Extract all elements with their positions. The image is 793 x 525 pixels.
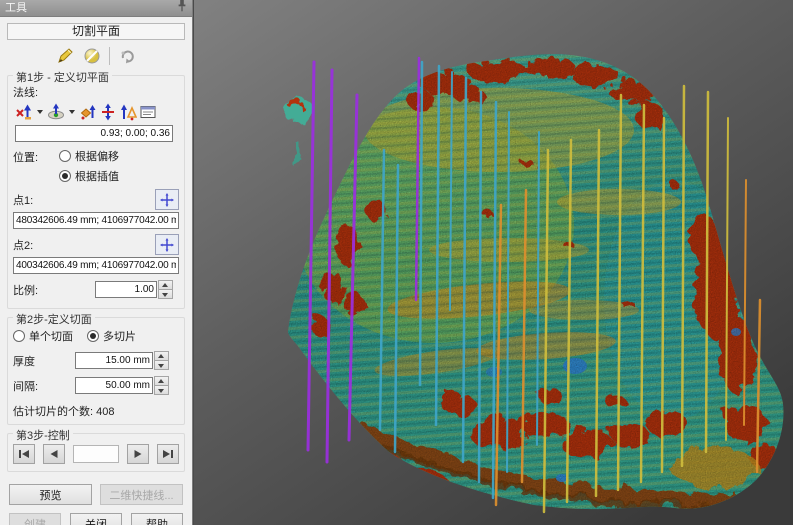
viewport-3d[interactable] xyxy=(194,0,793,525)
step1-title: 第1步 - 定义切平面 xyxy=(13,69,112,85)
step3-title: 第3步-控制 xyxy=(13,427,73,443)
radio-single-section-label: 单个切面 xyxy=(29,328,73,344)
align-normal-icon[interactable] xyxy=(119,103,137,121)
slice-count-estimate: 估计切片的个数: 408 xyxy=(13,403,179,419)
step1-group: 第1步 - 定义切平面 法线: xyxy=(7,75,185,309)
point1-pick-button[interactable] xyxy=(155,189,179,210)
thickness-input[interactable] xyxy=(75,352,153,369)
axis-normal-icon[interactable] xyxy=(15,103,33,121)
point2-label: 点2: xyxy=(13,237,33,253)
last-slice-button[interactable] xyxy=(157,444,179,464)
radio-by-interpolation-label: 根据插值 xyxy=(75,168,119,184)
ratio-label: 比例: xyxy=(13,282,83,298)
point2-input[interactable] xyxy=(13,257,179,274)
thickness-spin-down-icon[interactable] xyxy=(154,360,169,370)
radio-by-offset[interactable]: 根据偏移 xyxy=(59,148,119,164)
plane-normal-icon[interactable] xyxy=(47,103,65,121)
normal-label: 法线: xyxy=(13,84,179,100)
radio-multi-slice-circle[interactable] xyxy=(87,330,99,342)
panel-title: 工具 xyxy=(5,0,27,16)
step2-title: 第2步-定义切面 xyxy=(13,311,95,327)
axis-normal-dropdown-icon[interactable] xyxy=(37,110,43,114)
normal-vector-input[interactable] xyxy=(15,125,173,142)
radio-by-offset-circle[interactable] xyxy=(59,150,71,162)
panel-toolbar xyxy=(5,43,187,69)
plane-normal-dropdown-icon[interactable] xyxy=(69,110,75,114)
slice-index-field[interactable] xyxy=(73,445,119,463)
cut-plane-header: 切割平面 xyxy=(7,23,185,40)
pick-points-normal-icon[interactable] xyxy=(79,103,97,121)
tools-panel: 工具 切割平面 xyxy=(0,0,193,525)
pin-icon[interactable] xyxy=(177,0,187,17)
interval-spinner xyxy=(154,376,169,395)
point2-pick-button[interactable] xyxy=(155,234,179,255)
panel-body: 切割平面 xyxy=(0,17,192,525)
application-window: 工具 切割平面 xyxy=(0,0,793,525)
ratio-spinner xyxy=(158,280,173,299)
help-button[interactable]: 帮助 xyxy=(131,513,183,525)
manual-entry-icon[interactable] xyxy=(139,103,157,121)
pick-tool-icon[interactable] xyxy=(117,46,137,66)
step2-group: 第2步-定义切面 单个切面 多切片 厚度 xyxy=(7,317,185,425)
ratio-spin-down-icon[interactable] xyxy=(158,289,173,299)
previous-slice-button[interactable] xyxy=(43,444,65,464)
toolbar-separator xyxy=(109,47,110,65)
create-button[interactable]: 创建 xyxy=(9,513,61,525)
normal-icon-row xyxy=(15,103,179,121)
first-slice-button[interactable] xyxy=(13,444,35,464)
step3-group: 第3步-控制 xyxy=(7,433,185,472)
ratio-input[interactable] xyxy=(95,281,157,298)
radio-single-section-circle[interactable] xyxy=(13,330,25,342)
thickness-spinner xyxy=(154,351,169,370)
thickness-label: 厚度 xyxy=(13,353,75,369)
radio-multi-slice[interactable]: 多切片 xyxy=(87,328,136,344)
radio-by-interpolation-circle[interactable] xyxy=(59,170,71,182)
radio-multi-slice-label: 多切片 xyxy=(103,328,136,344)
panel-titlebar[interactable]: 工具 xyxy=(0,0,192,17)
quick-2d-lines-button[interactable]: 二维快捷线... xyxy=(100,484,183,505)
fit-plane-icon[interactable] xyxy=(82,46,102,66)
radio-single-section[interactable]: 单个切面 xyxy=(13,328,73,344)
interval-label: 间隔: xyxy=(13,378,75,394)
radio-by-offset-label: 根据偏移 xyxy=(75,148,119,164)
point1-label: 点1: xyxy=(13,192,33,208)
close-button[interactable]: 关闭 xyxy=(70,513,122,525)
next-slice-button[interactable] xyxy=(127,444,149,464)
preview-button[interactable]: 预览 xyxy=(9,484,92,505)
draw-slice-icon[interactable] xyxy=(55,46,75,66)
flip-normal-icon[interactable] xyxy=(99,103,117,121)
position-label: 位置: xyxy=(13,148,59,165)
interval-spin-down-icon[interactable] xyxy=(154,385,169,395)
point1-input[interactable] xyxy=(13,212,179,229)
interval-input[interactable] xyxy=(75,377,153,394)
radio-by-interpolation[interactable]: 根据插值 xyxy=(59,168,119,184)
